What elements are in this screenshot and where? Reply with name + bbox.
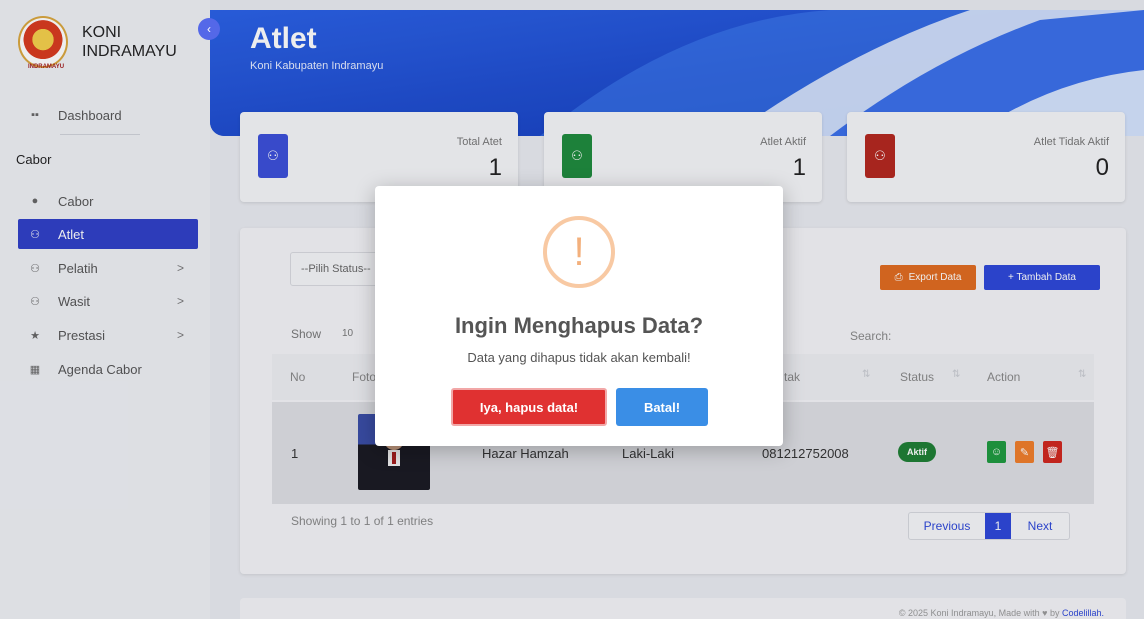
chevron-left-icon[interactable]: ‹ [198, 18, 220, 40]
dialog-title: Ingin Menghapus Data? [454, 313, 704, 338]
cancel-button[interactable]: Batal! [616, 388, 708, 426]
dialog-message: Data yang dihapus tidak akan kembali! [467, 350, 691, 365]
confirm-delete-button[interactable]: Iya, hapus data! [451, 388, 607, 426]
warning-icon: ! [543, 216, 615, 288]
delete-confirm-dialog: ! Ingin Menghapus Data? Data yang dihapu… [375, 186, 783, 446]
